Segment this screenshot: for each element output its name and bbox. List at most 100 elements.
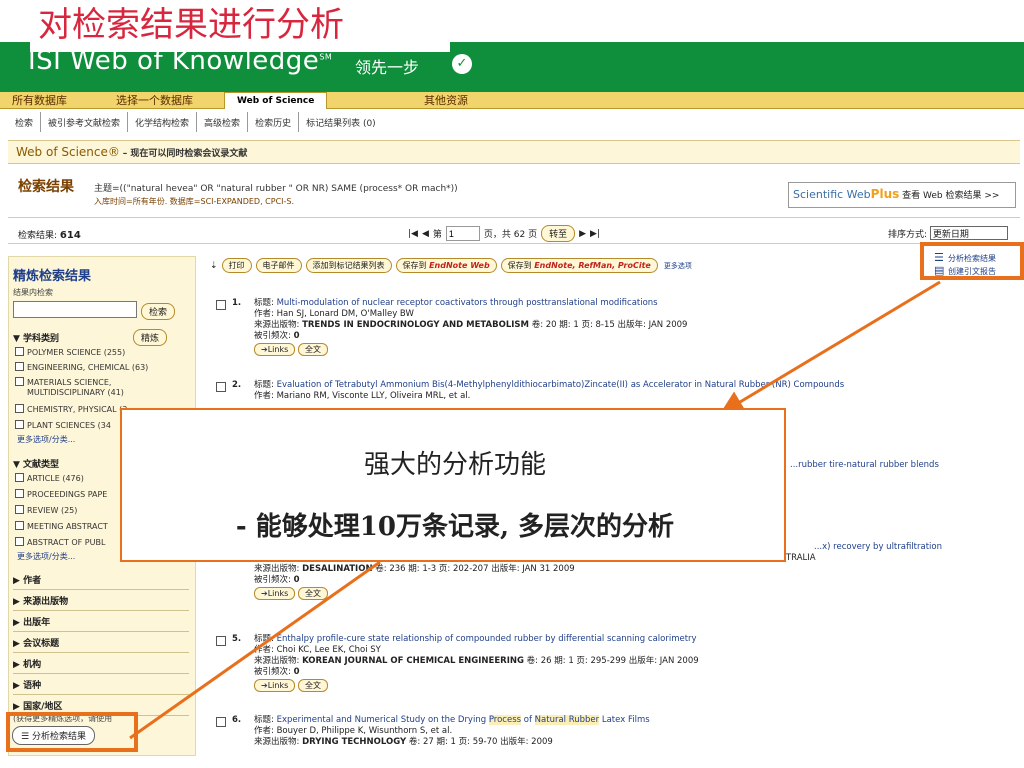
- callout-box: 强大的分析功能 - 能够处理10万条记录, 多层次的分析: [120, 408, 786, 562]
- record-title[interactable]: ...x) recovery by ultrafiltration: [814, 542, 942, 552]
- facet-checkbox[interactable]: REVIEW (25): [15, 505, 77, 516]
- refine-search-button[interactable]: 检索: [141, 303, 176, 320]
- facet-year[interactable]: ▶ 出版年: [13, 615, 189, 632]
- record-cited: 被引频次: 0: [254, 667, 300, 677]
- record-checkbox[interactable]: [216, 717, 226, 727]
- full-text-button[interactable]: 全文: [297, 587, 328, 600]
- nav-advanced-search[interactable]: 高级检索: [197, 112, 249, 132]
- facet-checkbox[interactable]: PROCEEDINGS PAPE: [15, 489, 107, 500]
- facet-source[interactable]: ▶ 来源出版物: [13, 594, 189, 611]
- full-text-button[interactable]: 全文: [297, 343, 328, 356]
- facet-checkbox[interactable]: CHEMISTRY, PHYSICAL (3: [15, 404, 127, 415]
- slide-title: 对检索结果进行分析: [30, 2, 450, 52]
- nav-cited-reference-search[interactable]: 被引参考文献检索: [41, 112, 129, 132]
- record-checkbox[interactable]: [216, 382, 226, 392]
- record-source: 来源出版物: DESALINATION 卷: 236 期: 1-3 页: 202…: [254, 564, 575, 574]
- links-button[interactable]: ➔Links: [254, 587, 296, 600]
- results-title: 检索结果: [18, 179, 74, 195]
- pager: |◀ ◀ 第 页，共 62 页 转至 ▶ ▶|: [408, 225, 600, 242]
- refine-button[interactable]: 精炼: [133, 329, 168, 346]
- record-source: 来源出版物: TRENDS IN ENDOCRINOLOGY AND METAB…: [254, 320, 688, 330]
- search-query: 主题=(("natural hevea" OR "natural rubber …: [94, 184, 458, 194]
- facet-checkbox[interactable]: MEETING ABSTRACT: [15, 521, 108, 532]
- collapsed-icon: ▶: [13, 639, 24, 649]
- more-options-link[interactable]: 更多选项/分类...: [17, 551, 75, 562]
- facet-checkbox[interactable]: POLYMER SCIENCE (255): [15, 347, 125, 358]
- callout-line-2: - 能够处理10万条记录, 多层次的分析: [235, 512, 675, 542]
- record-title[interactable]: ...rubber tire-natural rubber blends: [790, 460, 939, 470]
- more-options-link[interactable]: 更多选项: [664, 261, 692, 271]
- callout-line-1: 强大的分析功能: [363, 450, 546, 480]
- highlight-box-analyze-link: [920, 242, 1024, 280]
- page-input[interactable]: [445, 226, 480, 241]
- links-button[interactable]: ➔Links: [254, 343, 296, 356]
- more-options-link[interactable]: 更多选项/分类...: [17, 434, 75, 445]
- tab-select-database[interactable]: 选择一个数据库: [104, 92, 205, 109]
- collapsed-icon: ▶: [13, 702, 24, 712]
- facet-checkbox[interactable]: ABSTRACT OF PUBL: [15, 537, 105, 548]
- tab-web-of-science[interactable]: Web of Science: [224, 92, 328, 109]
- results-header: 检索结果 主题=(("natural hevea" OR "natural ru…: [8, 172, 1020, 218]
- facet-checkbox[interactable]: MATERIALS SCIENCE,: [15, 377, 111, 388]
- save-endnote-desktop-button[interactable]: 保存到 EndNote, RefMan, ProCite: [500, 258, 658, 273]
- slogan: 领先一步: [355, 58, 420, 77]
- checkmark-icon: ✓: [452, 54, 472, 74]
- tab-other-resources[interactable]: 其他资源: [412, 92, 480, 109]
- add-marked-button[interactable]: 添加到标记结果列表: [305, 258, 392, 273]
- search-scope: 入库时间=所有年份. 数据库=SCI-EXPANDED, CPCI-S.: [94, 197, 295, 206]
- go-button[interactable]: 转至: [541, 225, 576, 242]
- record-cited: 被引频次: 0: [254, 331, 300, 341]
- nav-marked-list[interactable]: 标记结果列表 (0): [299, 112, 383, 132]
- tab-all-databases[interactable]: 所有数据库: [0, 92, 79, 109]
- nav-structure-search[interactable]: 化学结构检索: [128, 112, 198, 132]
- record-title[interactable]: Enthalpy profile-cure state relationship…: [277, 634, 697, 644]
- record-authors: 作者: Han SJ, Lonard DM, O'Malley BW: [254, 309, 414, 319]
- record-checkbox[interactable]: [216, 636, 226, 646]
- nav-search-history[interactable]: 检索历史: [248, 112, 300, 132]
- facet-institution[interactable]: ▶ 机构: [13, 657, 189, 674]
- collapsed-icon: ▶: [13, 618, 24, 628]
- full-text-button[interactable]: 全文: [297, 679, 328, 692]
- sort-control: 排序方式: 更新日期: [888, 226, 1008, 240]
- facet-language[interactable]: ▶ 语种: [13, 678, 189, 695]
- webplus-box[interactable]: Scientific WebPlus 查看 Web 检索结果 >>: [788, 182, 1016, 208]
- record-title[interactable]: Multi-modulation of nuclear receptor coa…: [277, 298, 658, 308]
- webplus-link[interactable]: 查看 Web 检索结果 >>: [902, 191, 999, 201]
- nav-search[interactable]: 检索: [8, 112, 42, 132]
- links-button[interactable]: ➔Links: [254, 679, 296, 692]
- expand-icon: ▼: [13, 460, 20, 470]
- record-source: 来源出版物: DRYING TECHNOLOGY 卷: 27 期: 1 页: 5…: [254, 737, 553, 747]
- sort-select[interactable]: 更新日期: [929, 226, 1008, 240]
- facet-checkbox[interactable]: ARTICLE (476): [15, 473, 84, 484]
- select-all-icon[interactable]: ⇣: [210, 261, 218, 271]
- record-number: 1.: [232, 298, 242, 308]
- record-number: 6.: [232, 715, 242, 725]
- record-title[interactable]: Evaluation of Tetrabutyl Ammonium Bis(4-…: [277, 380, 845, 390]
- next-page-icon[interactable]: ▶: [579, 229, 586, 239]
- results-toolbar: ⇣ 打印 电子邮件 添加到标记结果列表 保存到 EndNote Web 保存到 …: [210, 258, 692, 273]
- facet-doctype-head[interactable]: ▼ 文献类型: [13, 457, 59, 470]
- checkbox: [15, 521, 24, 530]
- last-page-icon[interactable]: ▶|: [590, 229, 600, 239]
- record-authors: 作者: Choi KC, Lee EK, Choi SY: [254, 645, 381, 655]
- first-page-icon[interactable]: |◀: [408, 229, 418, 239]
- record-title[interactable]: Experimental and Numerical Study on the …: [277, 715, 650, 725]
- record-checkbox[interactable]: [216, 300, 226, 310]
- record-number: 5.: [232, 634, 242, 644]
- prev-page-icon[interactable]: ◀: [422, 229, 429, 239]
- facet-subject-head[interactable]: ▼ 学科类别: [13, 331, 59, 344]
- checkbox: [15, 404, 24, 413]
- facet-conference[interactable]: ▶ 会议标题: [13, 636, 189, 653]
- checkbox: [15, 473, 24, 482]
- isi-logo[interactable]: ISI Web of KnowledgeSM: [28, 46, 332, 76]
- facet-checkbox[interactable]: ENGINEERING, CHEMICAL (63): [15, 362, 148, 373]
- facet-checkbox[interactable]: PLANT SCIENCES (34: [15, 420, 111, 431]
- collapsed-icon: ▶: [13, 597, 24, 607]
- print-button[interactable]: 打印: [221, 258, 252, 273]
- email-button[interactable]: 电子邮件: [255, 258, 302, 273]
- save-endnote-web-button[interactable]: 保存到 EndNote Web: [395, 258, 497, 273]
- facet-authors[interactable]: ▶ 作者: [13, 573, 189, 590]
- refine-title: 精炼检索结果: [13, 269, 92, 284]
- refine-search-input[interactable]: [13, 301, 137, 318]
- wos-brand: Web of Science®: [16, 145, 120, 159]
